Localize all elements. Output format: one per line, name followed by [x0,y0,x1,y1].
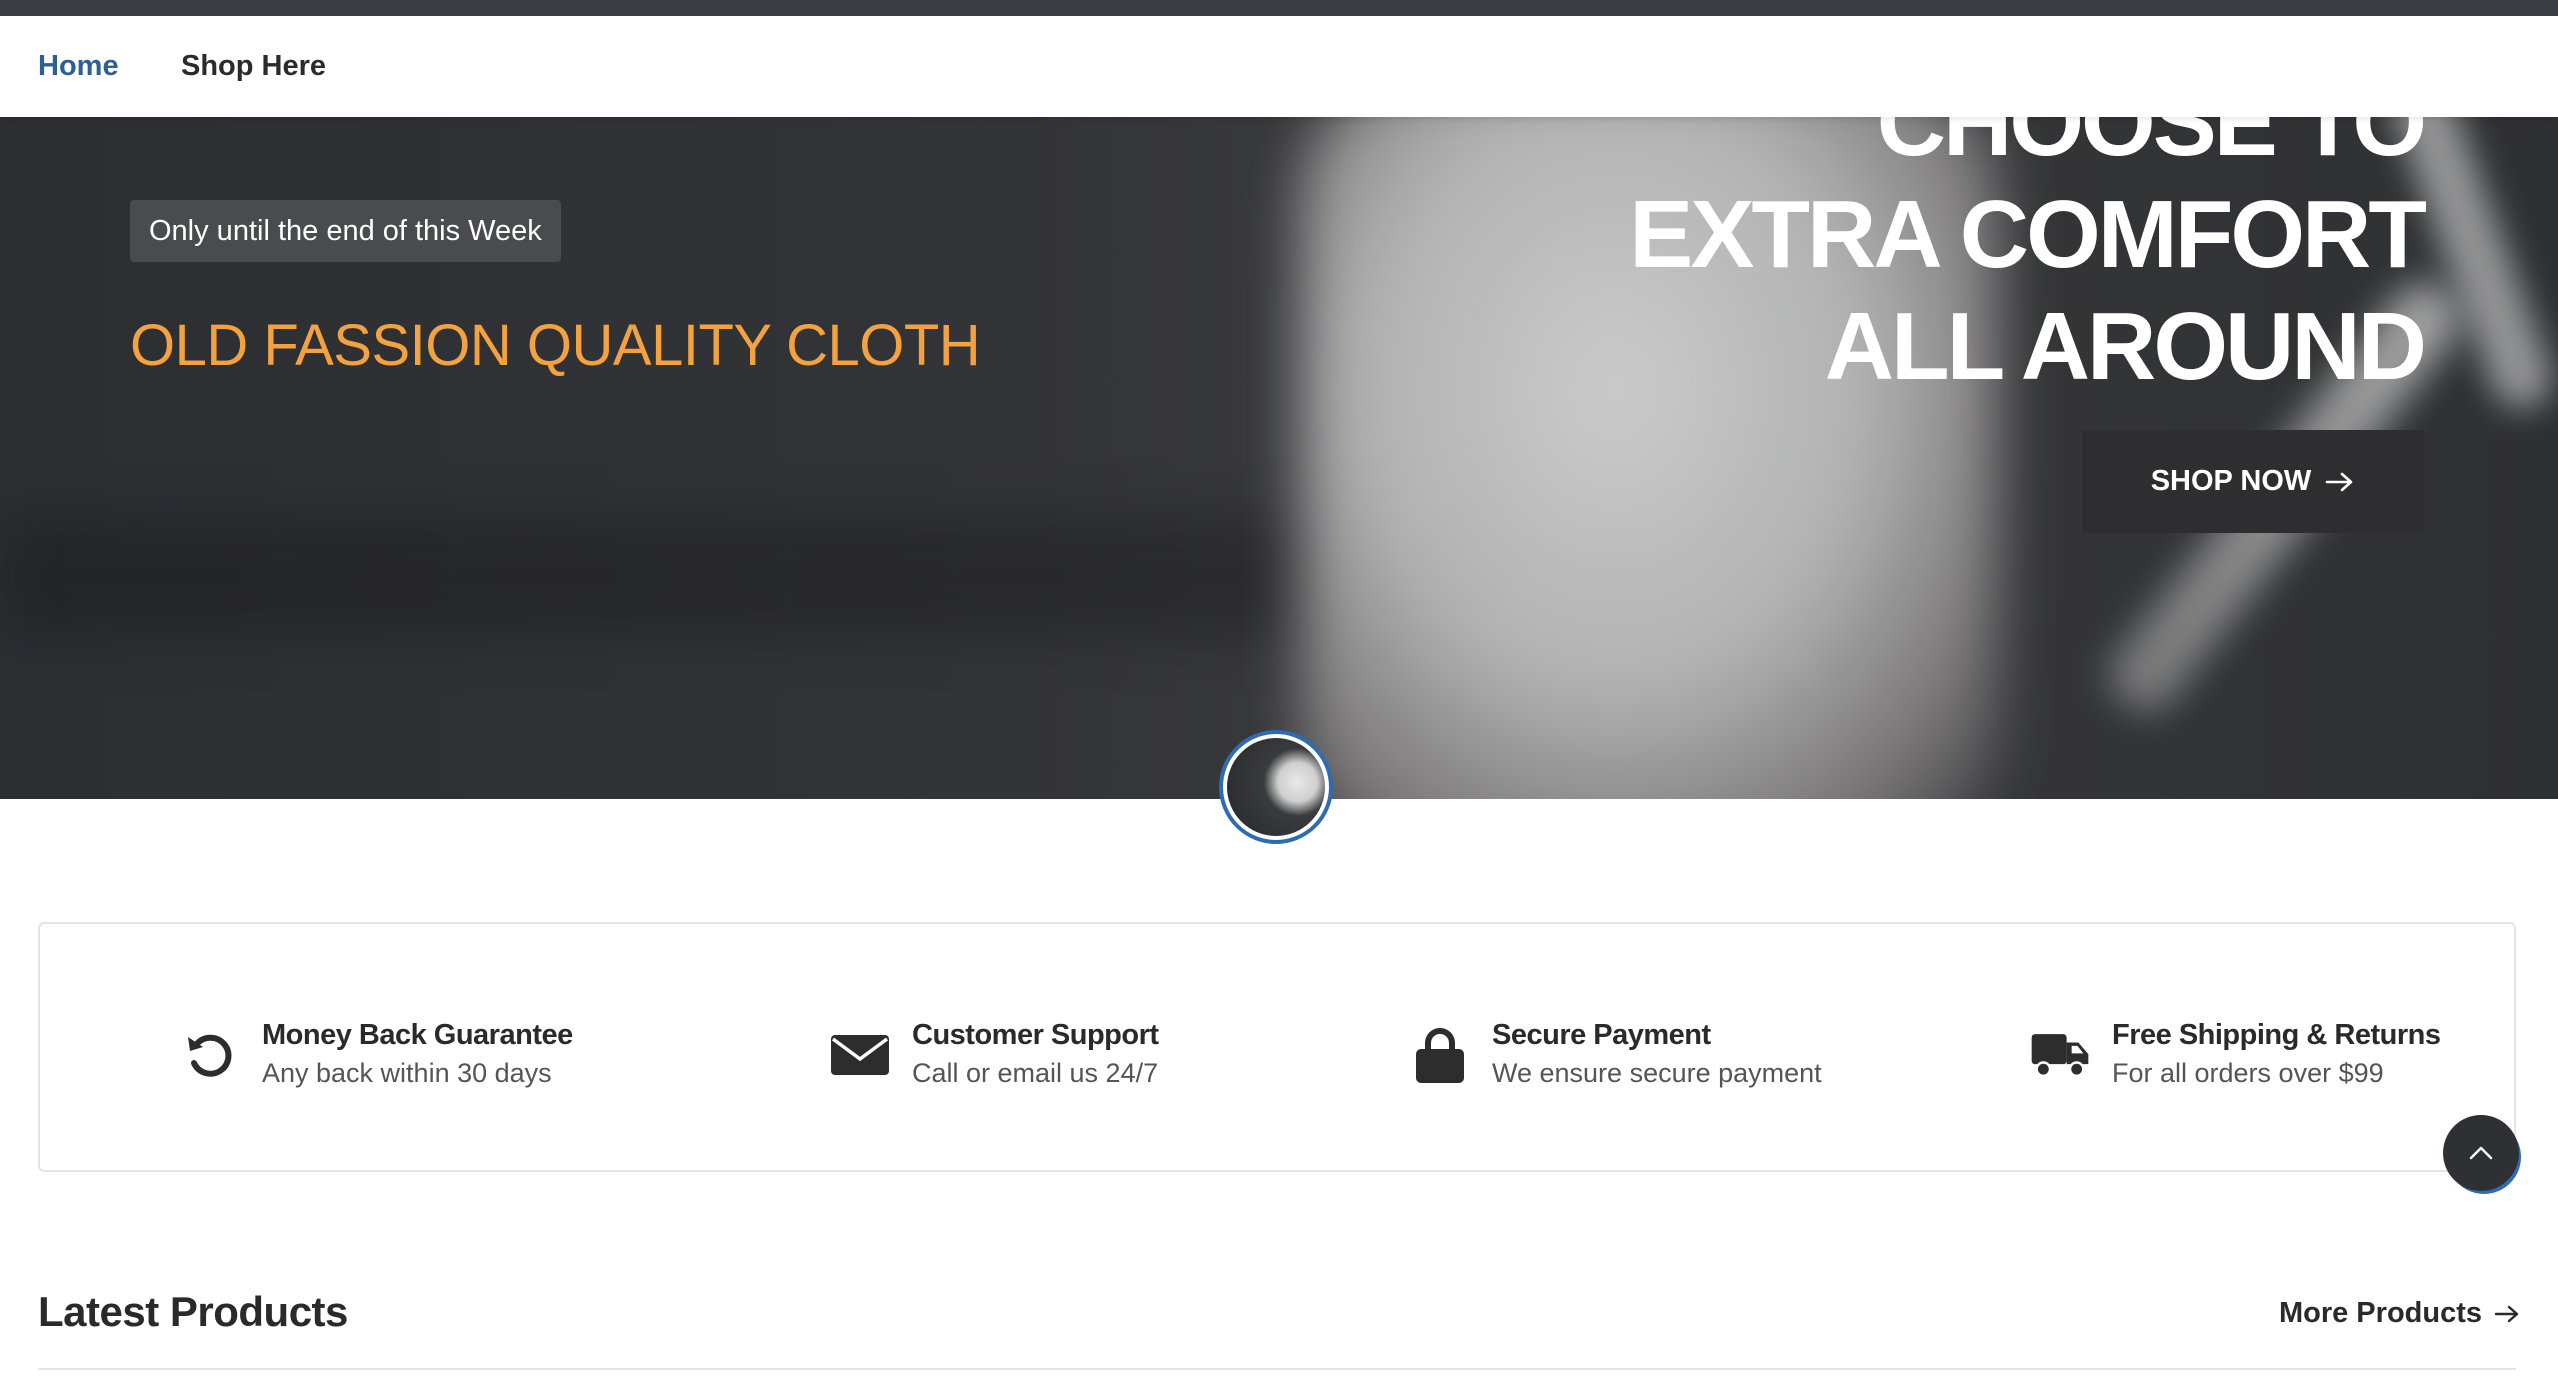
top-bar [0,0,2558,16]
arrow-right-icon [2494,1305,2519,1322]
shop-now-button[interactable]: SHOP NOW [2082,430,2424,533]
nav-shop-link[interactable]: Shop Here [181,50,326,83]
shop-now-label: SHOP NOW [2150,465,2312,497]
promo-badge: Only until the end of this Week [130,200,561,262]
slider-thumbnail[interactable] [1219,730,1333,844]
feature-customer-support: Customer Support Call or email us 24/7 [830,1019,1159,1089]
feature-free-shipping: Free Shipping & Returns For all orders o… [2030,1019,2441,1089]
more-products-label: More Products [2278,1297,2482,1329]
features-bar: Money Back Guarantee Any back within 30 … [38,922,2516,1172]
section-divider [38,1368,2516,1370]
hero-headline: CHOOSE TO EXTRA COMFORT ALL AROUND [1629,117,2427,403]
hero-title: OLD FASSION QUALITY CLOTH [130,313,981,378]
hero-headline-line1: EXTRA COMFORT [1629,181,2427,288]
arrow-right-icon [2325,472,2353,491]
feature-subtitle: Call or email us 24/7 [912,1058,1159,1088]
nav-home-link[interactable]: Home [38,50,119,83]
undo-icon [180,1025,240,1085]
scroll-to-top-button[interactable] [2443,1115,2519,1191]
truck-icon [2030,1025,2090,1085]
feature-subtitle: Any back within 30 days [262,1058,552,1088]
hero-headline-partial: CHOOSE TO [1876,117,2427,176]
hero-headline-line2: ALL AROUND [1824,293,2427,400]
chevron-up-icon [2469,1146,2493,1160]
feature-title: Money Back Guarantee [262,1019,573,1051]
feature-title: Secure Payment [1492,1019,1711,1051]
more-products-link[interactable]: More Products [2279,1297,2520,1330]
latest-products-heading: Latest Products [38,1288,348,1335]
envelope-icon [830,1025,890,1085]
feature-subtitle: For all orders over $99 [2112,1058,2384,1088]
feature-title: Free Shipping & Returns [2112,1019,2441,1051]
lock-icon [1410,1025,1470,1085]
feature-subtitle: We ensure secure payment [1492,1058,1822,1088]
feature-secure-payment: Secure Payment We ensure secure payment [1410,1019,1822,1089]
slider-thumbnail-image [1227,738,1325,836]
main-nav: Home Shop Here [0,16,2558,117]
feature-money-back: Money Back Guarantee Any back within 30 … [180,1019,573,1089]
hero-background-floor [0,517,1500,637]
hero-banner: Only until the end of this Week OLD FASS… [0,117,2558,799]
feature-title: Customer Support [912,1019,1159,1051]
